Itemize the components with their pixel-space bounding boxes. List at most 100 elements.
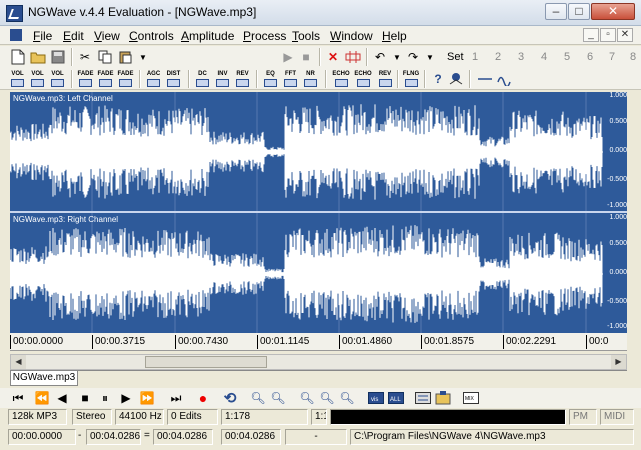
delete-icon[interactable]: ✕ bbox=[324, 48, 342, 66]
rewind-icon[interactable]: ⏪ bbox=[33, 389, 51, 407]
set-4-button[interactable]: 4 bbox=[541, 51, 547, 63]
fade-in-icon[interactable]: FADE bbox=[77, 70, 94, 88]
set-7-button[interactable]: 7 bbox=[609, 51, 615, 63]
scroll-thumb[interactable] bbox=[145, 356, 267, 368]
noise-reduction-icon[interactable]: NR bbox=[302, 70, 319, 88]
sweep-icon[interactable] bbox=[447, 70, 465, 88]
scroll-left-icon[interactable]: ◀ bbox=[11, 355, 26, 369]
tab-strip-line bbox=[10, 370, 627, 371]
close-button[interactable]: ✕ bbox=[591, 3, 635, 20]
redo-dropdown-icon[interactable]: ▼ bbox=[421, 48, 439, 66]
minimize-button[interactable]: – bbox=[545, 3, 567, 20]
sample-rate-status: 44100 Hz bbox=[115, 409, 164, 425]
play-backward-icon[interactable]: ◀ bbox=[53, 389, 71, 407]
menu-help[interactable]: Help bbox=[382, 29, 407, 43]
set-8-button[interactable]: 8 bbox=[630, 51, 636, 63]
time-tick: 00:01.4860 bbox=[339, 335, 392, 349]
save-icon[interactable] bbox=[49, 48, 67, 66]
pause-icon[interactable]: ⏸ bbox=[96, 389, 114, 407]
reverse-icon[interactable]: REV bbox=[234, 70, 251, 88]
marker-list-icon[interactable] bbox=[414, 389, 432, 407]
wave-generator-icon[interactable] bbox=[496, 70, 514, 88]
effects-toolbar: VOL VOL VOL FADE FADE FADE AGC DIST DC I… bbox=[0, 68, 641, 90]
stop-icon[interactable]: ■ bbox=[76, 389, 94, 407]
record-icon[interactable]: ● bbox=[194, 389, 212, 407]
maximize-button[interactable]: □ bbox=[568, 3, 590, 20]
mdi-restore-button[interactable]: ▫ bbox=[600, 28, 616, 42]
volume-label: VOL bbox=[11, 71, 24, 77]
equalizer-icon[interactable]: EQ bbox=[262, 70, 279, 88]
agc-icon[interactable]: AGC bbox=[145, 70, 162, 88]
volume-down-icon[interactable]: VOL bbox=[49, 70, 66, 88]
waveform-display[interactable]: NGWave.mp3: Left Channel NGWave.mp3: Rig… bbox=[10, 92, 627, 333]
title-bar: NGWave v.4.4 Evaluation - [NGWave.mp3] –… bbox=[0, 0, 641, 26]
menu-edit[interactable]: Edit bbox=[63, 29, 84, 43]
trim-icon[interactable] bbox=[344, 48, 362, 66]
cd-icon[interactable] bbox=[434, 389, 452, 407]
fast-forward-icon[interactable]: ⏩ bbox=[138, 389, 156, 407]
menu-controls[interactable]: Controls bbox=[129, 29, 174, 43]
set-1-button[interactable]: 1 bbox=[472, 51, 478, 63]
set-2-button[interactable]: 2 bbox=[495, 51, 501, 63]
cursor-position: - bbox=[285, 429, 347, 445]
zoom-in-icon[interactable]: 🔍︎ bbox=[249, 389, 267, 407]
zoom-vertical-icon[interactable]: 🔍︎ bbox=[338, 389, 356, 407]
menu-process[interactable]: Process bbox=[243, 29, 286, 43]
go-to-end-icon[interactable]: ⏭ bbox=[167, 389, 185, 407]
zoom-selection-icon[interactable]: 🔍︎ bbox=[298, 389, 316, 407]
paste-dropdown-icon[interactable]: ▼ bbox=[134, 48, 152, 66]
silence-icon[interactable] bbox=[476, 70, 494, 88]
undo-icon[interactable]: ↶ bbox=[371, 48, 389, 66]
mixer-icon[interactable]: MIX bbox=[462, 389, 480, 407]
document-icon[interactable] bbox=[10, 29, 22, 41]
horizontal-scrollbar[interactable]: ◀ ▶ bbox=[10, 354, 627, 370]
cut-icon[interactable]: ✂ bbox=[76, 48, 94, 66]
file-path: C:\Program Files\NGWave 4\NGWave.mp3 bbox=[350, 429, 634, 445]
set-3-button[interactable]: 3 bbox=[518, 51, 524, 63]
loop-icon[interactable]: ⟲ bbox=[221, 389, 239, 407]
volume-icon[interactable]: VOL bbox=[9, 70, 26, 88]
go-to-start-icon[interactable]: ⏮ bbox=[9, 389, 27, 407]
set-6-button[interactable]: 6 bbox=[587, 51, 593, 63]
scale-left-bottom: -1.000 bbox=[607, 202, 627, 209]
zoom-full-icon[interactable]: 🔍︎ bbox=[318, 389, 336, 407]
open-folder-icon[interactable] bbox=[29, 48, 47, 66]
selection-dash: - bbox=[78, 430, 82, 441]
volume-up-icon[interactable]: VOL bbox=[29, 70, 46, 88]
invert-icon[interactable]: INV bbox=[214, 70, 231, 88]
menu-view[interactable]: View bbox=[94, 29, 120, 43]
zoom-status: 1:178 bbox=[221, 409, 308, 425]
select-visible-icon[interactable]: vis bbox=[367, 389, 385, 407]
tab-ngwave-mp3[interactable]: NGWave.mp3 bbox=[10, 371, 78, 386]
menu-amplitude[interactable]: Amplitude bbox=[181, 29, 234, 43]
scroll-right-icon[interactable]: ▶ bbox=[611, 355, 626, 369]
help-icon[interactable]: ? bbox=[429, 70, 447, 88]
fade-out-label: FADE bbox=[97, 71, 114, 77]
echo-multi-icon[interactable]: ECHO bbox=[353, 70, 373, 88]
new-file-icon[interactable] bbox=[9, 48, 27, 66]
echo-icon[interactable]: ECHO bbox=[331, 70, 351, 88]
fade-custom-icon[interactable]: FADE bbox=[117, 70, 134, 88]
redo-icon[interactable]: ↷ bbox=[404, 48, 422, 66]
dc-offset-icon[interactable]: DC bbox=[194, 70, 211, 88]
app-icon[interactable] bbox=[6, 5, 23, 22]
fft-icon[interactable]: FFT bbox=[282, 70, 299, 88]
paste-icon[interactable] bbox=[116, 48, 134, 66]
menu-tools[interactable]: Tools bbox=[292, 29, 320, 43]
mdi-close-button[interactable]: ✕ bbox=[617, 28, 633, 42]
menu-window[interactable]: Window bbox=[330, 29, 373, 43]
timeline-ruler[interactable]: 00:00.0000 00:00.3715 00:00.7430 00:01.1… bbox=[10, 333, 627, 351]
select-all-icon[interactable]: ALL bbox=[387, 389, 405, 407]
ratio-status: 1:1 bbox=[311, 409, 327, 425]
play-icon[interactable]: ▶ bbox=[117, 389, 135, 407]
mdi-minimize-button[interactable]: _ bbox=[583, 28, 599, 42]
reverb-icon[interactable]: REV bbox=[375, 70, 395, 88]
equalizer-label: EQ bbox=[266, 71, 275, 77]
menu-file[interactable]: File bbox=[33, 29, 52, 43]
distortion-icon[interactable]: DIST bbox=[165, 70, 182, 88]
set-5-button[interactable]: 5 bbox=[564, 51, 570, 63]
flanger-icon[interactable]: FLNG bbox=[401, 70, 421, 88]
copy-icon[interactable] bbox=[96, 48, 114, 66]
fade-out-icon[interactable]: FADE bbox=[97, 70, 114, 88]
zoom-out-icon[interactable]: 🔍︎ bbox=[269, 389, 287, 407]
